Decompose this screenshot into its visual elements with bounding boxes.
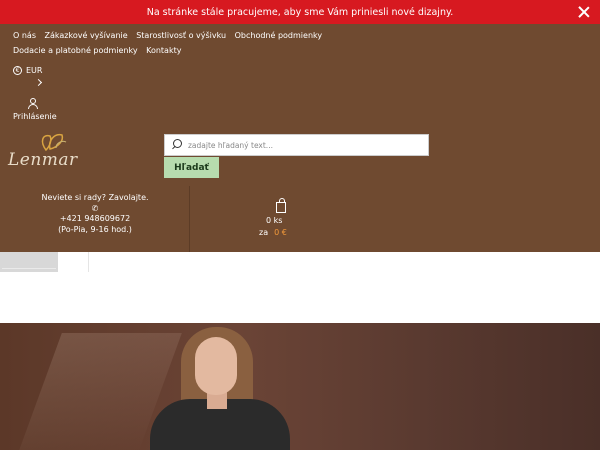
- contact-question: Neviete si rady? Zavolajte.: [41, 193, 149, 202]
- search-icon[interactable]: [170, 138, 184, 152]
- search-box: [164, 134, 429, 156]
- user-icon: [28, 98, 38, 109]
- nav-item-dodacie-podmienky[interactable]: Dodacie a platobné podmienky: [13, 43, 138, 58]
- image-placeholder: [0, 252, 58, 272]
- currency-selector[interactable]: € EUR: [13, 66, 42, 75]
- notice-bar: Na stránke stále pracujeme, aby sme Vám …: [0, 0, 600, 24]
- site-header: O nás Zákazkové vyšívanie Starostlivosť …: [0, 24, 600, 252]
- nav-item-starostlivost[interactable]: Starostlivosť o výšivku: [136, 28, 226, 43]
- header-divider: [189, 186, 190, 252]
- top-navigation: O nás Zákazkové vyšívanie Starostlivosť …: [13, 28, 343, 58]
- cart-total-prefix: za: [259, 228, 269, 237]
- nav-item-o-nas[interactable]: O nás: [13, 28, 36, 43]
- contact-info: Neviete si rady? Zavolajte. ✆ +421 94860…: [0, 192, 190, 235]
- nav-item-obchodne-podmienky[interactable]: Obchodné podmienky: [235, 28, 323, 43]
- hero-banner: [0, 323, 600, 450]
- contact-hours: (Po-Pia, 9-16 hod.): [58, 225, 132, 234]
- search-input[interactable]: [188, 140, 418, 150]
- bag-icon[interactable]: [276, 198, 286, 213]
- butterfly-logo-icon: [41, 133, 67, 152]
- nav-item-kontakty[interactable]: Kontakty: [146, 43, 181, 58]
- nav-item-zakazkove-vysivanie[interactable]: Zákazkové vyšívanie: [45, 28, 128, 43]
- hero-person-face: [195, 337, 237, 395]
- cart-total[interactable]: za 0 €: [259, 228, 287, 237]
- coin-icon: €: [13, 66, 22, 75]
- chevron-right-icon[interactable]: [34, 78, 43, 87]
- login-link[interactable]: Prihlásenie: [13, 98, 57, 121]
- logo-text: Lenmar: [8, 150, 78, 170]
- separator-line: [88, 252, 89, 272]
- cart-count[interactable]: 0 ks: [266, 216, 282, 225]
- search-button[interactable]: Hľadať: [164, 157, 219, 178]
- close-icon[interactable]: [577, 5, 591, 19]
- logo[interactable]: Lenmar: [8, 129, 78, 174]
- cart-total-price: 0 €: [274, 228, 287, 237]
- currency-label: EUR: [26, 66, 43, 75]
- login-label: Prihlásenie: [13, 112, 57, 121]
- phone-icon: ✆: [91, 204, 99, 213]
- notice-text: Na stránke stále pracujeme, aby sme Vám …: [146, 6, 454, 18]
- contact-phone[interactable]: +421 948609672: [0, 213, 190, 224]
